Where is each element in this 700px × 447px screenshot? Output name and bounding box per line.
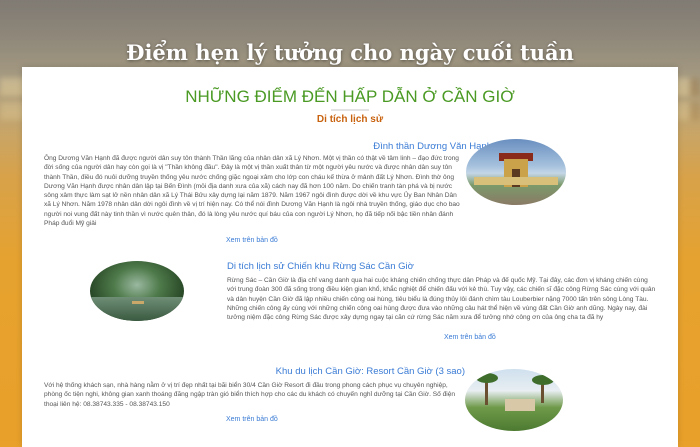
- temple-image[interactable]: [466, 139, 566, 205]
- palm-tree-shape: [532, 375, 554, 403]
- temple-wall-shape: [474, 177, 558, 185]
- content-card: NHỮNG ĐIỂM ĐẾN HẤP DẪN Ở CẦN GIỜ Di tích…: [22, 67, 678, 447]
- mangrove-image[interactable]: [90, 261, 184, 321]
- subsection-title: Di tích lịch sử: [316, 114, 384, 125]
- resort-image[interactable]: [465, 369, 563, 431]
- section-title: NHỮNG ĐIỂM ĐẾN HẤP DẪN Ở CẦN GIỜ: [185, 87, 515, 106]
- resort-building-shape: [505, 399, 535, 411]
- map-link-dinh-than[interactable]: Xem trên bản đồ: [226, 237, 278, 244]
- map-link-resort[interactable]: Xem trên bản đồ: [226, 416, 278, 423]
- item-title-rung-sac[interactable]: Di tích lịch sử Chiến khu Rừng Sác Cần G…: [227, 261, 414, 272]
- item-title-resort[interactable]: Khu du lịch Cần Giờ: Resort Cần Giờ (3 s…: [276, 366, 465, 377]
- palm-tree-shape: [476, 373, 498, 405]
- item-title-dinh-than[interactable]: Đình thần Dương Văn Hạnh: [373, 141, 492, 152]
- item-body-rung-sac: Rừng Sác – Cần Giờ là địa chỉ vang danh …: [227, 277, 656, 322]
- map-link-rung-sac[interactable]: Xem trên bản đồ: [444, 334, 496, 341]
- title-divider: [331, 109, 369, 111]
- item-body-resort: Với hệ thống khách sạn, nhà hàng nằm ở v…: [44, 382, 456, 408]
- item-body-dinh-than: Ông Dương Văn Hạnh đã được người dân suy…: [44, 155, 460, 228]
- boat-shape: [132, 301, 144, 304]
- hero-title: Điểm hẹn lý tưởng cho ngày cuối tuần: [126, 40, 574, 65]
